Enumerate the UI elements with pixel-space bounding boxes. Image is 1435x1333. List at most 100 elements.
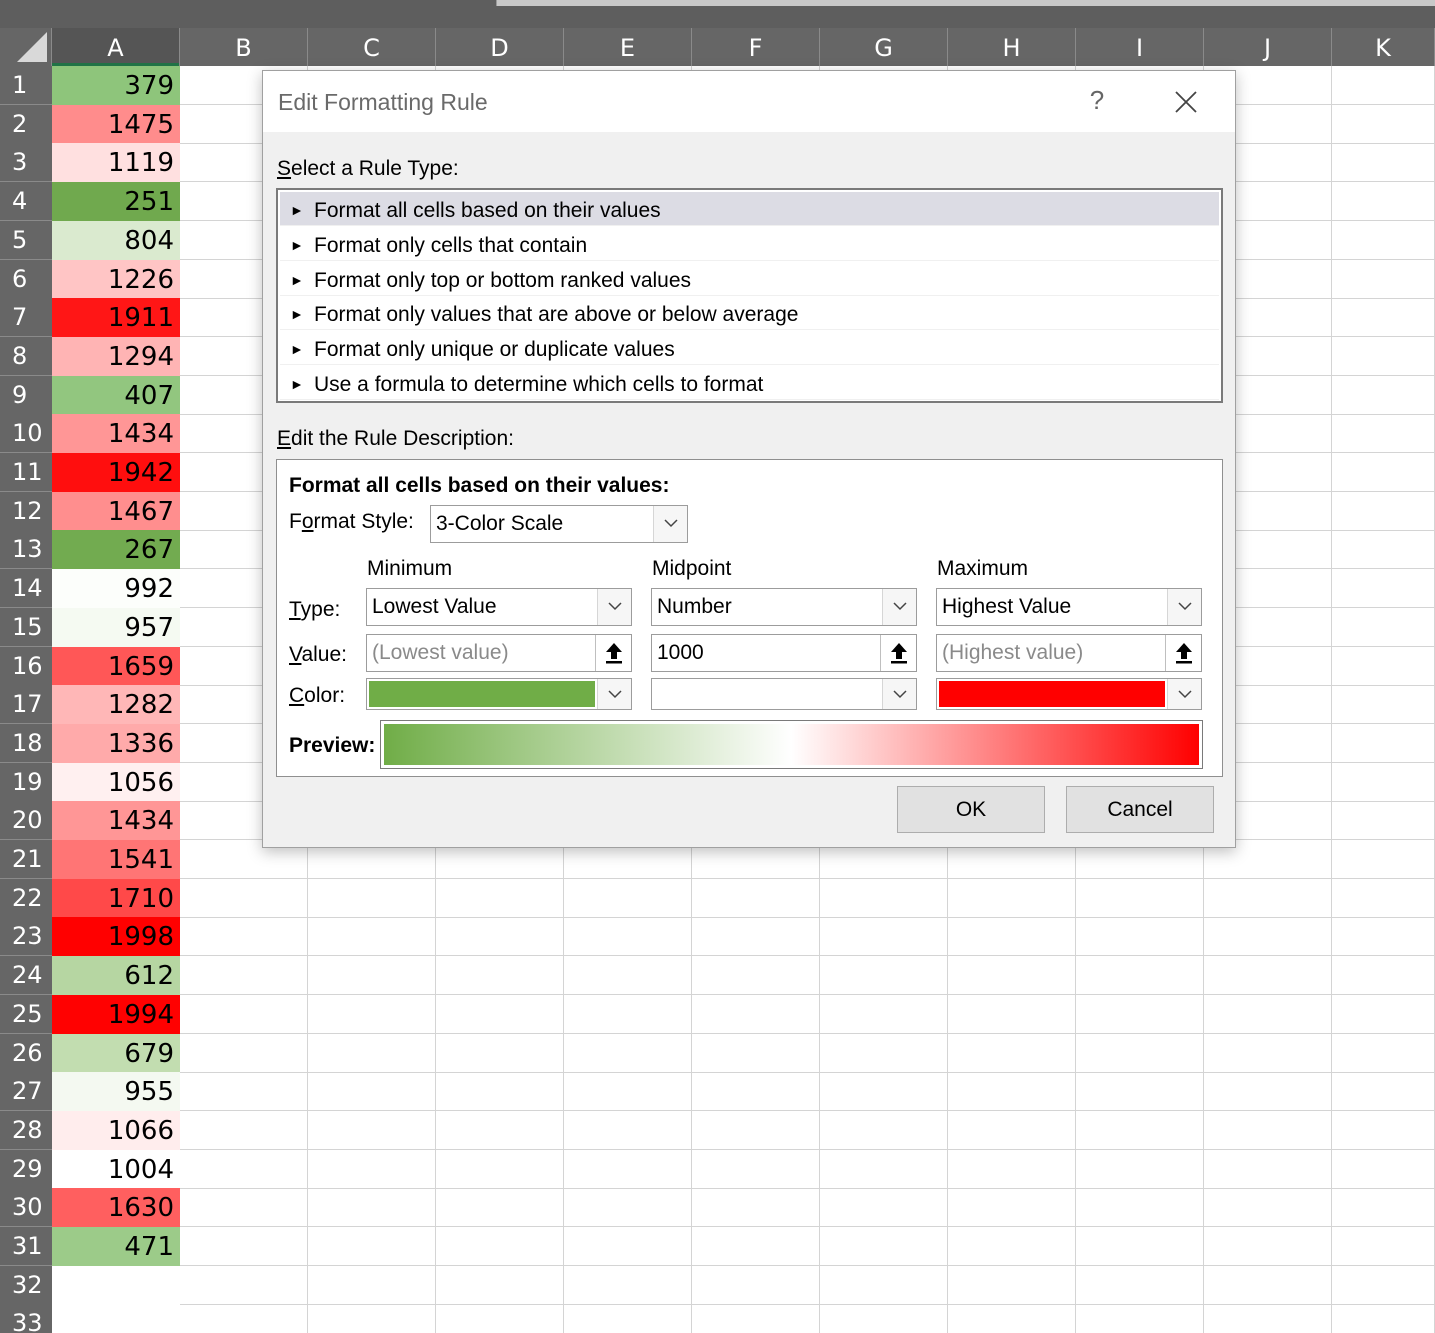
maximum-value-field[interactable]: (Highest value): [936, 634, 1202, 672]
midpoint-type-chevron[interactable]: [882, 589, 916, 625]
column-header-b[interactable]: B: [180, 28, 308, 66]
row-header[interactable]: 12: [0, 492, 52, 531]
cell-a[interactable]: 1659: [52, 647, 180, 686]
midpoint-collapse-button[interactable]: [880, 635, 916, 671]
cell-a[interactable]: 955: [52, 1072, 180, 1111]
row-header[interactable]: 13: [0, 530, 52, 569]
cell-a[interactable]: 1004: [52, 1150, 180, 1189]
row-header[interactable]: 6: [0, 260, 52, 299]
cell-a[interactable]: 992: [52, 569, 180, 608]
cell-a[interactable]: 679: [52, 1034, 180, 1073]
close-button[interactable]: [1171, 87, 1201, 117]
row-header[interactable]: 8: [0, 337, 52, 376]
row-header[interactable]: 2: [0, 105, 52, 144]
minimum-type-dropdown[interactable]: Lowest Value: [366, 588, 632, 626]
maximum-type-chevron[interactable]: [1167, 589, 1201, 625]
rule-type-item[interactable]: ► Format only unique or duplicate values: [280, 331, 1219, 366]
minimum-color-dropdown[interactable]: [366, 678, 632, 710]
row-header[interactable]: 16: [0, 647, 52, 686]
format-style-dropdown[interactable]: 3-Color Scale: [430, 505, 688, 543]
cell-a[interactable]: 1630: [52, 1188, 180, 1227]
rule-type-item[interactable]: ► Format only values that are above or be…: [280, 296, 1219, 331]
cell-a[interactable]: 612: [52, 956, 180, 995]
cell-a[interactable]: 1434: [52, 801, 180, 840]
row-header[interactable]: 19: [0, 763, 52, 802]
minimum-value-field[interactable]: (Lowest value): [366, 634, 632, 672]
column-header-j[interactable]: J: [1204, 28, 1332, 66]
minimum-color-chevron[interactable]: [597, 679, 631, 709]
minimum-type-chevron[interactable]: [597, 589, 631, 625]
row-header[interactable]: 9: [0, 376, 52, 415]
cell-a[interactable]: 1066: [52, 1111, 180, 1150]
cell-a[interactable]: 1942: [52, 453, 180, 492]
select-all-corner[interactable]: [0, 28, 52, 66]
row-header[interactable]: 14: [0, 569, 52, 608]
maximum-type-dropdown[interactable]: Highest Value: [936, 588, 1202, 626]
cell-a[interactable]: 267: [52, 530, 180, 569]
cell-a[interactable]: 1710: [52, 879, 180, 918]
ok-button[interactable]: OK: [897, 786, 1045, 833]
row-header[interactable]: 10: [0, 414, 52, 453]
column-header-c[interactable]: C: [308, 28, 436, 66]
column-header-g[interactable]: G: [820, 28, 948, 66]
row-header[interactable]: 22: [0, 879, 52, 918]
row-header[interactable]: 5: [0, 221, 52, 260]
row-header[interactable]: 1: [0, 66, 52, 105]
row-header[interactable]: 32: [0, 1266, 52, 1305]
row-header[interactable]: 18: [0, 724, 52, 763]
column-header-k[interactable]: K: [1332, 28, 1435, 66]
row-header[interactable]: 17: [0, 685, 52, 724]
maximum-color-chevron[interactable]: [1167, 679, 1201, 709]
rule-type-item[interactable]: ► Format only top or bottom ranked values: [280, 262, 1219, 296]
rule-type-item[interactable]: ► Use a formula to determine which cells …: [280, 366, 1219, 400]
row-header[interactable]: 31: [0, 1227, 52, 1266]
cell-a[interactable]: 1541: [52, 840, 180, 879]
column-header-a[interactable]: A: [52, 28, 180, 66]
cell-a[interactable]: 1119: [52, 143, 180, 182]
row-header[interactable]: 15: [0, 608, 52, 647]
row-header[interactable]: 11: [0, 453, 52, 492]
column-header-d[interactable]: D: [436, 28, 564, 66]
row-header[interactable]: 7: [0, 298, 52, 337]
cell-a[interactable]: [52, 1266, 180, 1305]
row-header[interactable]: 29: [0, 1150, 52, 1189]
row-header[interactable]: 23: [0, 917, 52, 956]
cell-a[interactable]: 1056: [52, 763, 180, 802]
help-button[interactable]: ?: [1085, 85, 1109, 116]
cell-a[interactable]: 251: [52, 182, 180, 221]
midpoint-color-chevron[interactable]: [882, 679, 916, 709]
cell-a[interactable]: 1467: [52, 492, 180, 531]
column-header-h[interactable]: H: [948, 28, 1076, 66]
cell-a[interactable]: 379: [52, 66, 180, 105]
cell-a[interactable]: 1226: [52, 260, 180, 299]
cell-a[interactable]: 1475: [52, 105, 180, 144]
cell-a[interactable]: 1294: [52, 337, 180, 376]
cell-a[interactable]: 804: [52, 221, 180, 260]
row-header[interactable]: 21: [0, 840, 52, 879]
row-header[interactable]: 28: [0, 1111, 52, 1150]
row-header[interactable]: 30: [0, 1188, 52, 1227]
cancel-button[interactable]: Cancel: [1066, 786, 1214, 833]
row-header[interactable]: 20: [0, 801, 52, 840]
column-header-f[interactable]: F: [692, 28, 820, 66]
cell-a[interactable]: 1998: [52, 917, 180, 956]
midpoint-color-dropdown[interactable]: [651, 678, 917, 710]
midpoint-value-field[interactable]: 1000: [651, 634, 917, 672]
row-header[interactable]: 25: [0, 995, 52, 1034]
rule-type-item[interactable]: ► Format only cells that contain: [280, 227, 1219, 261]
midpoint-type-dropdown[interactable]: Number: [651, 588, 917, 626]
cell-a[interactable]: 407: [52, 376, 180, 415]
row-header[interactable]: 24: [0, 956, 52, 995]
rule-type-item[interactable]: ► Format all cells based on their values: [280, 192, 1219, 226]
cell-a[interactable]: 1434: [52, 414, 180, 453]
row-header[interactable]: 4: [0, 182, 52, 221]
row-header[interactable]: 33: [0, 1304, 52, 1333]
minimum-collapse-button[interactable]: [595, 635, 631, 671]
cell-a[interactable]: [52, 1304, 180, 1333]
format-style-chevron[interactable]: [653, 506, 687, 542]
column-header-i[interactable]: I: [1076, 28, 1204, 66]
column-header-e[interactable]: E: [564, 28, 692, 66]
rule-type-list[interactable]: ► Format all cells based on their values ►…: [276, 188, 1223, 403]
cell-a[interactable]: 1336: [52, 724, 180, 763]
maximum-color-dropdown[interactable]: [936, 678, 1202, 710]
